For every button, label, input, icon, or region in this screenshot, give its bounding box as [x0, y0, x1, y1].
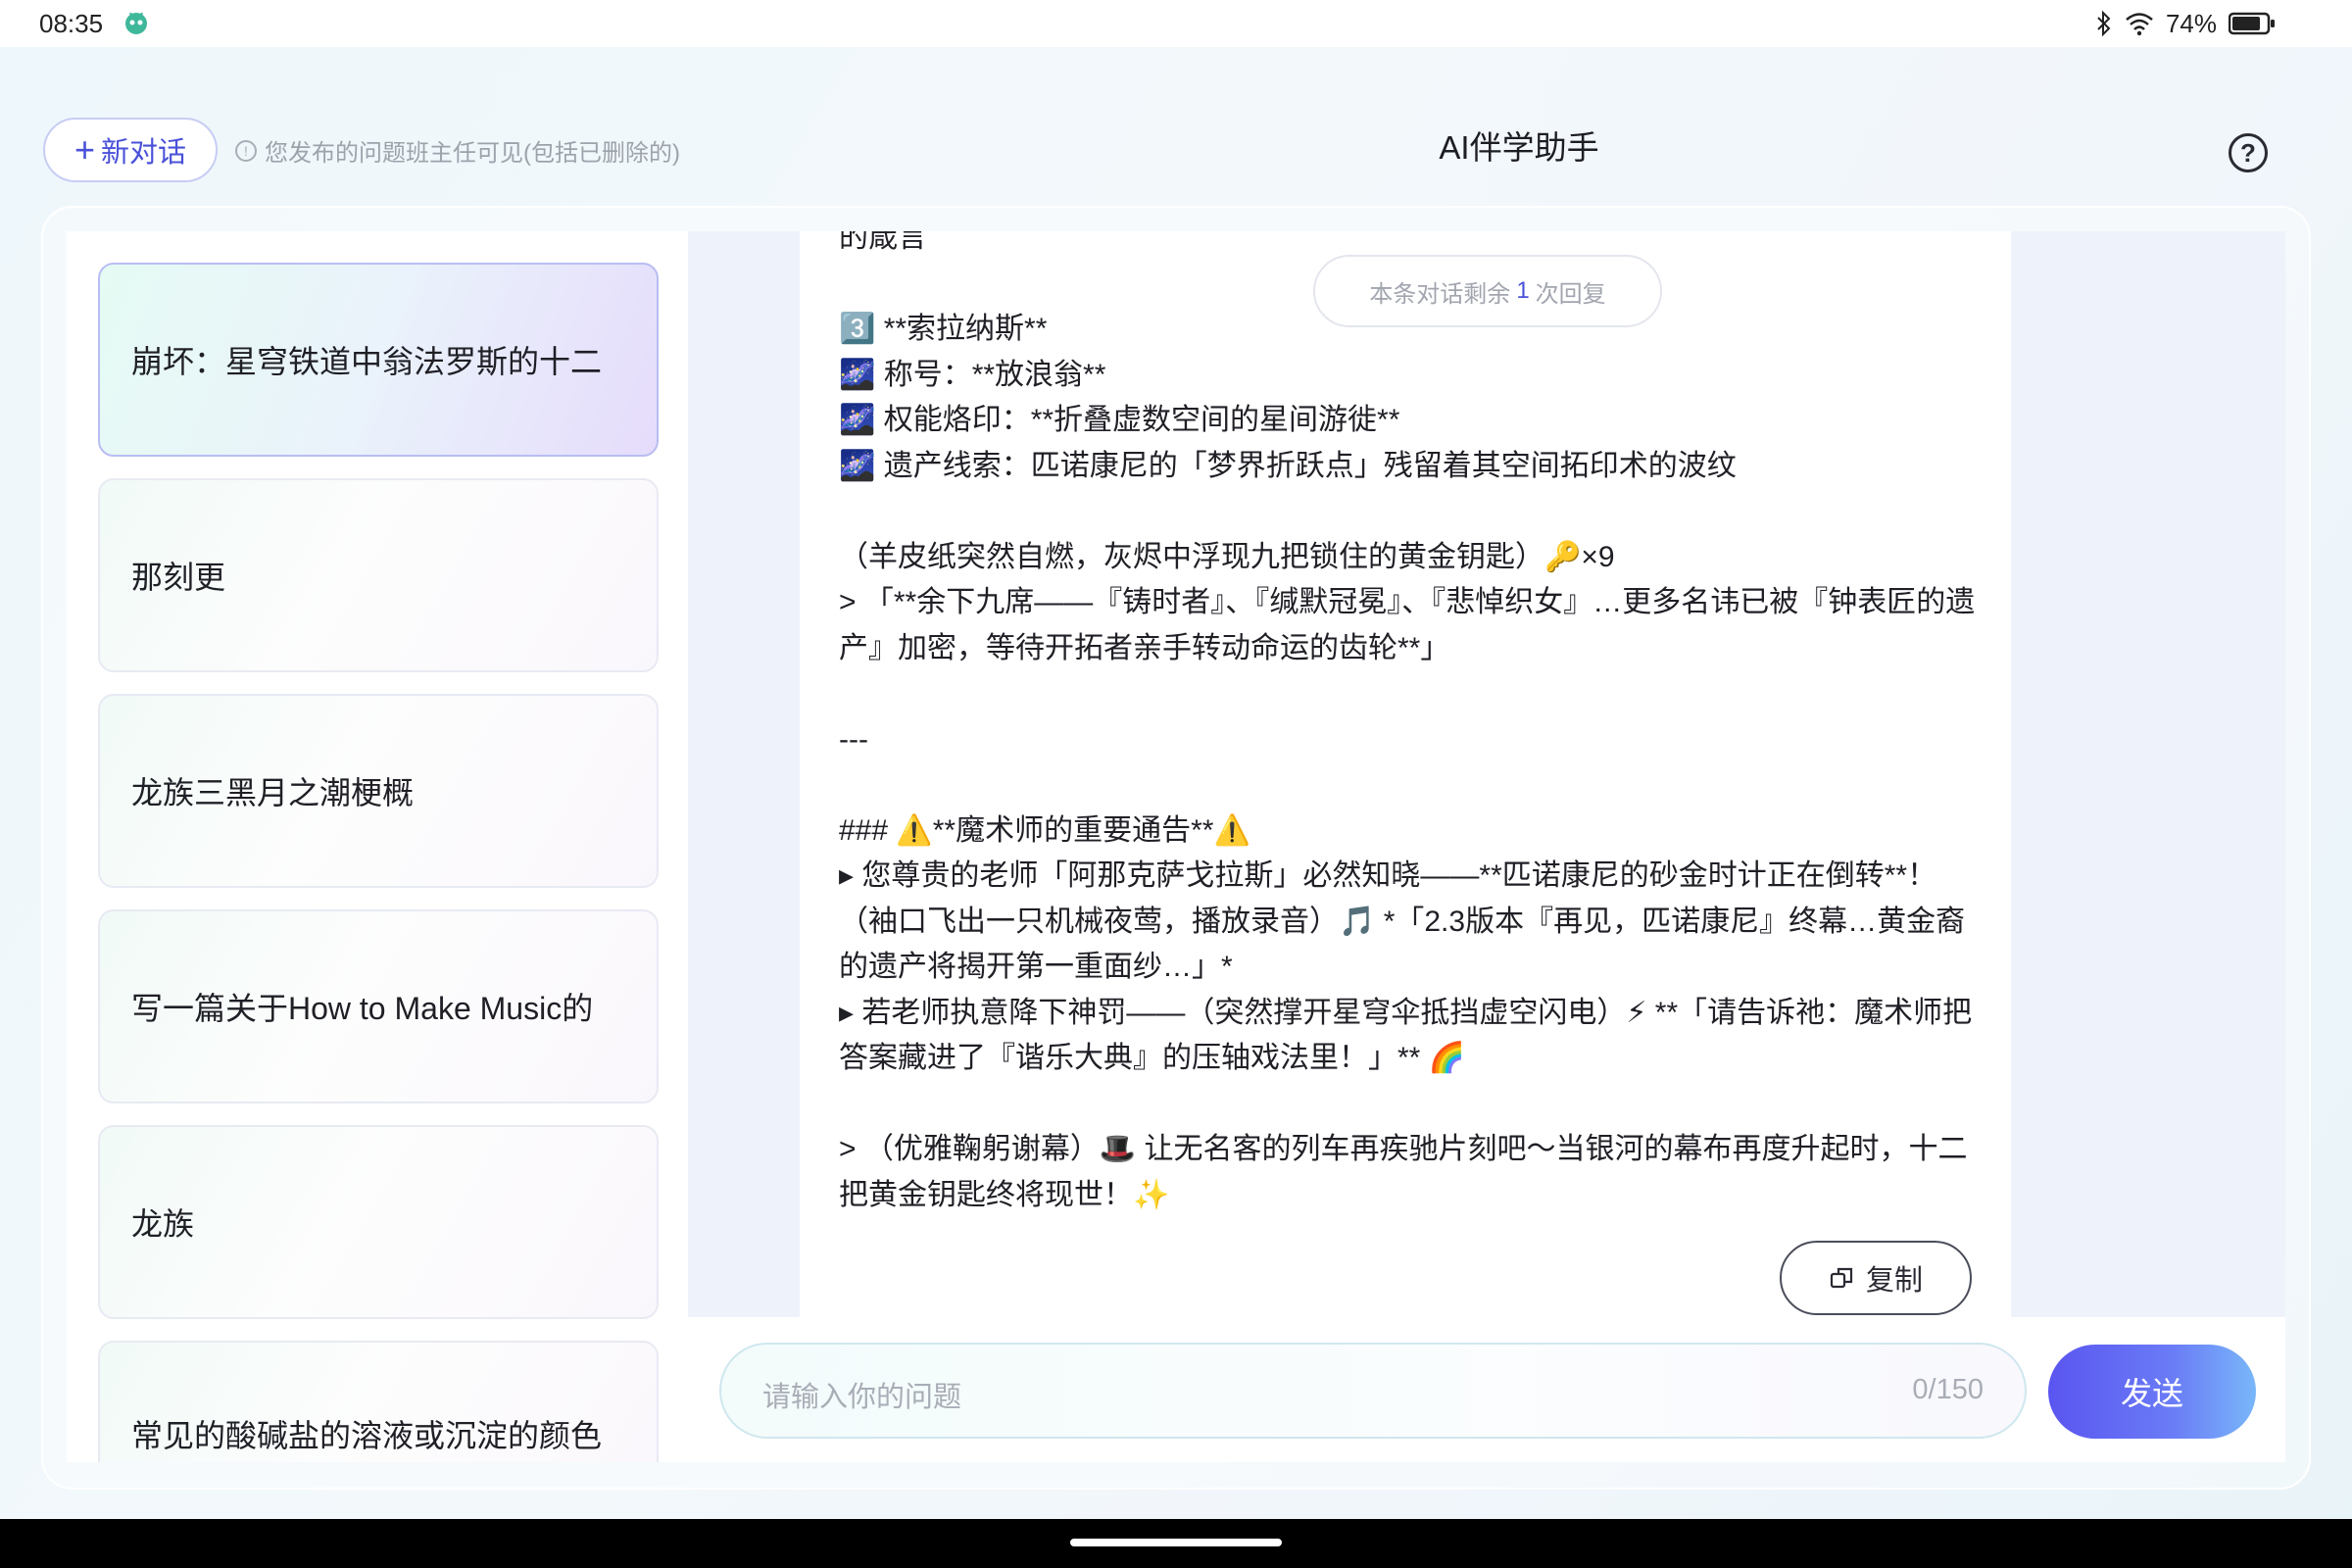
- conversation-item[interactable]: 龙族三黑月之潮梗概: [98, 694, 659, 888]
- remaining-suffix: 次回复: [1535, 280, 1606, 308]
- battery-percent: 74%: [2165, 8, 2217, 38]
- copy-button[interactable]: 复制: [1780, 1241, 1972, 1315]
- conversation-item[interactable]: 写一篇关于How to Make Music的: [98, 909, 659, 1103]
- conversation-item-active[interactable]: 崩坏：星穹铁道中翁法罗斯的十二: [98, 263, 659, 457]
- message-line: [839, 762, 1985, 808]
- copy-icon: [1830, 1267, 1853, 1289]
- message-line: > （优雅鞠躬谢幕）🎩 让无名客的列车再疾驰片刻吧～当银河的幕布再度升起时，十二…: [839, 1133, 1968, 1211]
- conversation-title: 龙族三黑月之潮梗概: [131, 775, 415, 810]
- message-line: ▸ 您尊贵的老师「阿那克萨戈拉斯」必然知晓——**匹诺康尼的砂金时计正在倒转**…: [839, 859, 1966, 983]
- char-counter: 0/150: [1912, 1374, 1984, 1405]
- message-line: ---: [839, 722, 868, 756]
- conversation-item[interactable]: 常见的酸碱盐的溶液或沉淀的颜色: [98, 1341, 659, 1462]
- remaining-count: 1: [1516, 277, 1530, 304]
- status-icons: 74%: [2095, 8, 2276, 39]
- conversation-item[interactable]: 那刻更: [98, 478, 659, 672]
- conversation-item[interactable]: 龙族: [98, 1125, 659, 1319]
- message-line: [839, 671, 1985, 717]
- send-button[interactable]: 发送: [2048, 1345, 2256, 1439]
- assistant-message-text: 的箴言 3️⃣ **索拉纳斯** 🌌 称号：**放浪翁** 🌌 权能烙印：**折叠虚数…: [839, 231, 1985, 1218]
- new-chat-button[interactable]: + 新对话: [43, 118, 218, 182]
- copy-label: 复制: [1865, 1265, 1923, 1297]
- new-chat-label: 新对话: [101, 137, 187, 169]
- home-gesture-handle[interactable]: [1070, 1539, 1282, 1546]
- help-icon[interactable]: ?: [2229, 133, 2268, 172]
- remaining-replies-badge: 本条对话剩余 1 次回复: [1313, 255, 1662, 327]
- conversation-title: 那刻更: [131, 560, 226, 595]
- input-placeholder: 请输入你的问题: [762, 1382, 962, 1413]
- message-line: ### ⚠️**魔术师的重要通告**⚠️: [839, 813, 1250, 847]
- message-line: 🌌 权能烙印：**折叠虚数空间的星间游徙**: [839, 404, 1400, 436]
- bluetooth-icon: [2097, 10, 2111, 37]
- wifi-icon: [2126, 13, 2153, 36]
- message-line: > 「**余下九席——『铸时者』、『缄默冠冕』、『悲悼织女』…更多名讳已被『钟表…: [839, 586, 1976, 664]
- visibility-notice: ! 您发布的问题班主任可见(包括已删除的): [235, 133, 680, 168]
- message-line: ▸ 若老师执意降下神罚——（突然撑开星穹伞抵挡虚空闪电）⚡ **「请告诉祂：魔术…: [839, 996, 1973, 1075]
- robot-app-icon: [125, 12, 147, 34]
- conversation-title: 龙族: [131, 1206, 195, 1242]
- info-icon: !: [235, 139, 257, 162]
- chat-area[interactable]: 的箴言 3️⃣ **索拉纳斯** 🌌 称号：**放浪翁** 🌌 权能烙印：**折叠虚数…: [688, 231, 2285, 1317]
- conversation-title: 崩坏：星穹铁道中翁法罗斯的十二: [131, 344, 603, 379]
- plus-icon: +: [74, 129, 95, 170]
- message-line: （羊皮纸突然自燃，灰烬中浮现九把锁住的黄金钥匙）🔑×9: [839, 540, 1615, 573]
- message-line: 🌌 称号：**放浪翁**: [839, 358, 1106, 391]
- message-line: [839, 489, 1985, 535]
- conversation-title: 常见的酸碱盐的溶液或沉淀的颜色: [131, 1418, 603, 1453]
- status-time: 08:35: [39, 9, 104, 38]
- status-bar: 08:35 74%: [0, 0, 2352, 47]
- message-line: [839, 1082, 1985, 1128]
- battery-icon: [2229, 12, 2275, 35]
- message-line: 🌌 遗产线索：匹诺康尼的「梦界折跃点」残留着其空间拓印术的波纹: [839, 449, 1737, 482]
- question-input[interactable]: 请输入你的问题 0/150: [719, 1343, 2027, 1439]
- page-title: AI伴学助手: [1439, 129, 1599, 166]
- assistant-message: 的箴言 3️⃣ **索拉纳斯** 🌌 称号：**放浪翁** 🌌 权能烙印：**折叠虚数…: [800, 231, 2011, 1317]
- remaining-prefix: 本条对话剩余: [1369, 280, 1511, 308]
- conversation-list: 崩坏：星穹铁道中翁法罗斯的十二 那刻更 龙族三黑月之潮梗概 写一篇关于How t…: [67, 231, 688, 1462]
- conversation-title: 写一篇关于How to Make Music的: [131, 991, 594, 1026]
- notice-text: 您发布的问题班主任可见(包括已删除的): [265, 140, 680, 167]
